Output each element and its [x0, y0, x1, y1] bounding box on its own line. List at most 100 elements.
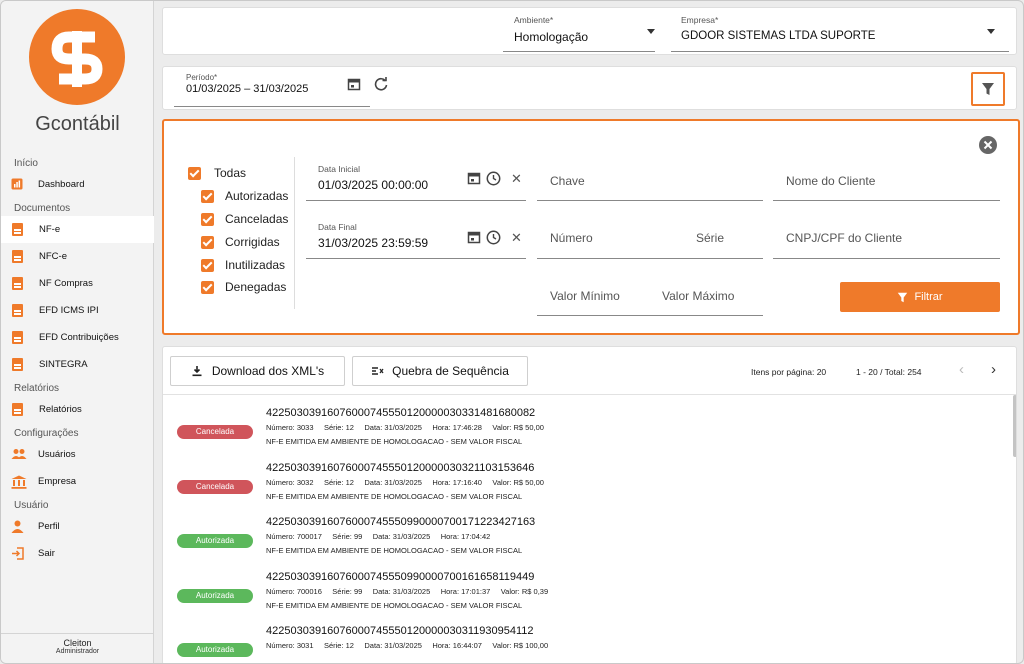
sidebar-item-relatorios[interactable]: Relatórios	[1, 396, 154, 423]
valor-maximo-input[interactable]: Valor Máximo	[662, 289, 734, 303]
logo: Gcontábil	[1, 1, 154, 141]
person-icon	[11, 520, 25, 534]
valor-minimo-input[interactable]: Valor Mínimo	[550, 289, 620, 303]
sidebar-nav: Início Dashboard Documentos NF-e NFC-e NF Com…	[1, 157, 154, 567]
serie-input[interactable]: Série	[696, 231, 724, 245]
period-label: Período*	[186, 73, 218, 82]
divider	[163, 394, 1016, 395]
clear-icon[interactable]: ✕	[511, 171, 522, 187]
user-footer[interactable]: Cleiton Administrador	[1, 633, 154, 655]
document-key: 4225030391607600074555099000070016165811…	[266, 570, 535, 583]
sidebar-item-nf-compras[interactable]: NF Compras	[1, 270, 154, 297]
chave-input[interactable]: Chave	[550, 174, 585, 188]
document-icon	[12, 403, 23, 416]
sidebar-item-nf-e[interactable]: NF-e	[1, 216, 154, 243]
ambiente-select[interactable]: Homologação	[514, 30, 588, 44]
empresa-select[interactable]: GDOOR SISTEMAS LTDA SUPORTE	[681, 30, 875, 42]
numero-serie-underline	[537, 258, 763, 259]
status-badge: Autorizada	[177, 643, 253, 657]
calendar-icon[interactable]	[467, 171, 481, 185]
period-input[interactable]: 01/03/2025 – 31/03/2025	[186, 83, 308, 95]
filter-panel: Todas Autorizadas Canceladas Corrigidas Inut…	[162, 119, 1020, 335]
data-inicial-underline	[306, 200, 526, 201]
sidebar-item-label: Empresa	[38, 476, 77, 487]
items-per-page-label: Itens por página: 20	[751, 367, 826, 377]
sidebar-item-sintegra[interactable]: SINTEGRA	[1, 351, 154, 378]
quebra-sequencia-button[interactable]: Quebra de Sequência	[352, 356, 528, 386]
clock-icon[interactable]	[486, 230, 501, 245]
checkbox-todas[interactable]	[188, 167, 201, 180]
sidebar-item-efd-contribuicoes[interactable]: EFD Contribuições	[1, 324, 154, 351]
header-card: Ambiente* Homologação Empresa* GDOOR SIS…	[162, 7, 1017, 55]
sidebar-item-dashboard[interactable]: Dashboard	[1, 171, 154, 198]
clock-icon[interactable]	[486, 171, 501, 186]
checkbox-canceladas[interactable]	[201, 213, 214, 226]
scrollbar-thumb[interactable]	[1013, 395, 1016, 457]
sequence-break-icon	[372, 367, 384, 375]
sidebar-item-label: Relatórios	[39, 404, 82, 415]
sidebar-item-empresa[interactable]: Empresa	[1, 468, 154, 495]
sidebar-item-label: SINTEGRA	[39, 359, 88, 370]
refresh-icon[interactable]	[373, 76, 389, 92]
chevron-down-icon[interactable]	[987, 29, 995, 34]
items-per-page-select[interactable]: 20	[817, 367, 826, 377]
download-xml-button[interactable]: Download dos XML's	[170, 356, 345, 386]
document-row[interactable]: Autorizada 42250303916076000745550120000…	[163, 625, 1013, 663]
checkbox-label-todas: Todas	[214, 166, 247, 180]
divider	[294, 157, 295, 309]
document-row[interactable]: Cancelada 422503039160760007455501200000…	[163, 462, 1013, 516]
sidebar-item-label: Dashboard	[38, 179, 85, 190]
document-meta: Número: 3033 Série: 12 Data: 31/03/2025 …	[266, 423, 544, 432]
sidebar-item-nfc-e[interactable]: NFC-e	[1, 243, 154, 270]
chevron-left-icon[interactable]: ‹	[959, 361, 964, 378]
document-icon	[12, 304, 23, 317]
document-row[interactable]: Autorizada 42250303916076000745550990000…	[163, 571, 1013, 625]
checkbox-label-corrigidas: Corrigidas	[225, 235, 280, 249]
checkbox-inutilizadas[interactable]	[201, 259, 214, 272]
logout-icon	[11, 546, 25, 561]
document-meta: Número: 700017 Série: 99 Data: 31/03/202…	[266, 532, 491, 541]
nav-section-title: Documentos	[14, 203, 71, 214]
sidebar-item-label: EFD ICMS IPI	[39, 305, 99, 316]
checkbox-autorizadas[interactable]	[201, 190, 214, 203]
close-icon[interactable]	[978, 135, 998, 155]
cnpj-input[interactable]: CNPJ/CPF do Cliente	[786, 231, 902, 245]
document-note: NF-E EMITIDA EM AMBIENTE DE HOMOLOGACAO …	[266, 600, 523, 610]
chevron-down-icon[interactable]	[647, 29, 655, 34]
nav-section-title: Configurações	[14, 428, 79, 439]
chevron-right-icon[interactable]: ›	[991, 361, 996, 378]
nome-cliente-input[interactable]: Nome do Cliente	[786, 174, 875, 188]
calendar-icon[interactable]	[347, 77, 361, 91]
nome-cliente-underline	[773, 200, 1000, 201]
data-inicial-input[interactable]: 01/03/2025 00:00:00	[318, 178, 428, 192]
filter-icon	[898, 292, 908, 302]
sidebar-item-efd-icms-ipi[interactable]: EFD ICMS IPI	[1, 297, 154, 324]
calendar-icon[interactable]	[467, 230, 481, 244]
document-row[interactable]: Cancelada 422503039160760007455501200000…	[163, 407, 1013, 461]
document-icon	[12, 358, 23, 371]
checkbox-denegadas[interactable]	[201, 281, 214, 294]
sidebar-item-label: NF-e	[39, 224, 61, 235]
numero-input[interactable]: Número	[550, 231, 593, 245]
sidebar-item-label: Perfil	[38, 521, 60, 532]
chart-icon	[11, 178, 25, 192]
results-card: Download dos XML's Quebra de Sequência I…	[162, 346, 1017, 663]
filter-toggle-button[interactable]	[971, 72, 1005, 106]
sidebar-item-perfil[interactable]: Perfil	[1, 513, 154, 540]
document-key: 4225030391607600074555099000070017122342…	[266, 516, 536, 528]
data-final-input[interactable]: 31/03/2025 23:59:59	[318, 236, 428, 250]
clear-icon[interactable]: ✕	[511, 230, 522, 246]
data-inicial-label: Data Inicial	[318, 164, 361, 174]
checkbox-corrigidas[interactable]	[201, 236, 214, 249]
sidebar-item-sair[interactable]: Sair	[1, 540, 154, 567]
sidebar-item-usuarios[interactable]: Usuários	[1, 441, 154, 468]
document-key: 4225030391607600074555012000003033148168…	[266, 407, 536, 419]
ambiente-label: Ambiente*	[514, 15, 554, 25]
document-row[interactable]: Autorizada 42250303916076000745550990000…	[163, 516, 1013, 570]
sidebar-item-label: EFD Contribuições	[39, 332, 119, 343]
sidebar-item-label: Sair	[38, 548, 55, 559]
quebra-label: Quebra de Sequência	[392, 364, 509, 378]
cnpj-underline	[773, 258, 1000, 259]
filtrar-button[interactable]: Filtrar	[840, 282, 1000, 312]
checkbox-label-canceladas: Canceladas	[225, 212, 289, 226]
